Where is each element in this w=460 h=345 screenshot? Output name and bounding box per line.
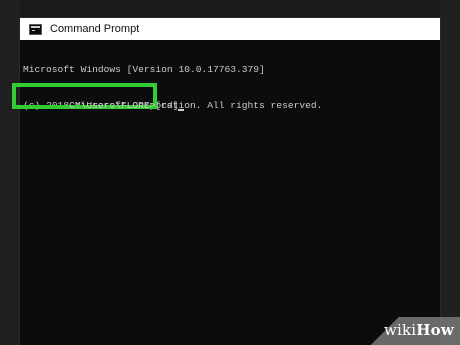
right-bezel <box>440 0 460 345</box>
watermark-how: How <box>416 321 454 339</box>
cmd-icon <box>29 23 42 35</box>
command-prompt-window[interactable]: Command Prompt Microsoft Windows [Versio… <box>12 18 440 345</box>
text-cursor <box>178 109 185 111</box>
command-line[interactable]: C:\Users\FLORE>[cd] <box>23 88 185 111</box>
wikihow-logo: wikiHow <box>384 321 454 339</box>
screenshot: Command Prompt Microsoft Windows [Versio… <box>0 0 460 345</box>
console-output[interactable]: Microsoft Windows [Version 10.0.17763.37… <box>12 40 440 345</box>
console-line: Microsoft Windows [Version 10.0.17763.37… <box>23 64 265 75</box>
window-title: Command Prompt <box>50 23 140 35</box>
left-bezel <box>0 0 20 345</box>
watermark-wiki: wiki <box>383 321 417 339</box>
title-bar[interactable]: Command Prompt <box>20 18 440 40</box>
watermark: wikiHow <box>364 317 460 345</box>
command-prompt-text: C:\Users\FLORE>[cd] <box>69 100 179 111</box>
